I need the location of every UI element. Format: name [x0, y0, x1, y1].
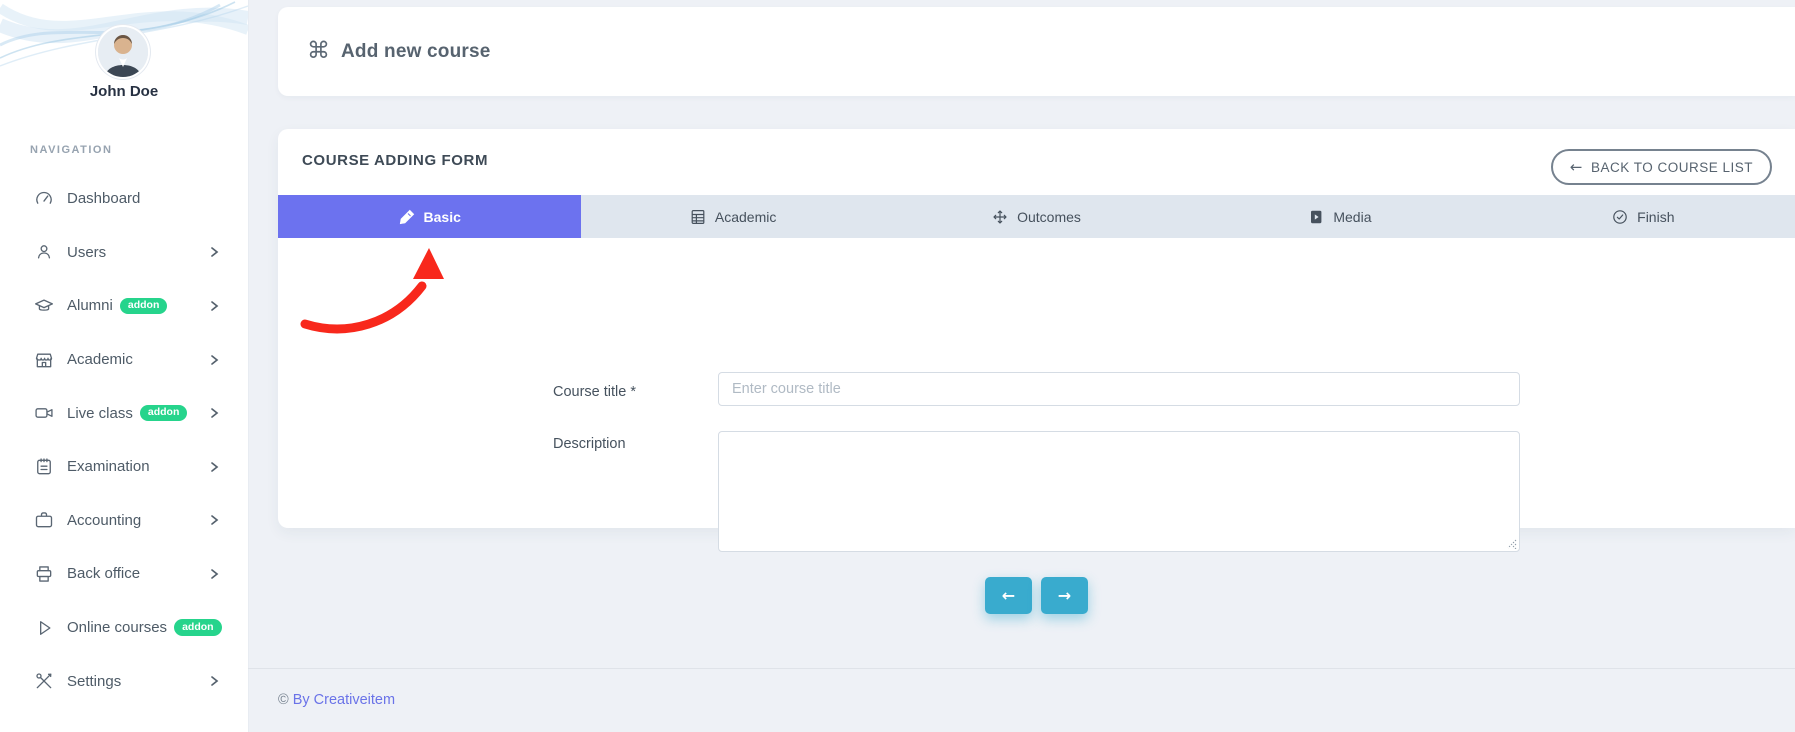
back-to-course-list-button[interactable]: ← BACK TO COURSE LIST [1551, 149, 1772, 185]
sidebar-item-examination[interactable]: Examination [0, 440, 248, 494]
clipboard-icon [34, 457, 54, 477]
copyright-symbol: © [278, 692, 289, 708]
sidebar-item-label: Dashboard [67, 190, 140, 207]
sidebar-item-users[interactable]: Users [0, 226, 248, 280]
tab-finish[interactable]: Finish [1492, 195, 1795, 238]
chevron-right-icon [208, 461, 220, 473]
tab-basic[interactable]: Basic [278, 195, 581, 238]
description-label: Description [553, 436, 626, 452]
sidebar-item-label: Users [67, 244, 106, 261]
gauge-icon [34, 189, 54, 209]
nav-section-label: NAVIGATION [30, 144, 112, 156]
sidebar-item-settings[interactable]: Settings [0, 654, 248, 708]
left-arrow-icon: ← [1002, 586, 1015, 605]
graduation-cap-icon [34, 296, 54, 316]
tab-label: Outcomes [1017, 209, 1081, 225]
tab-label: Media [1333, 209, 1371, 225]
media-play-icon [1308, 209, 1324, 225]
chevron-right-icon [208, 354, 220, 366]
previous-step-button[interactable]: ← [985, 577, 1032, 614]
avatar[interactable] [98, 27, 148, 77]
move-icon [992, 209, 1008, 225]
tab-label: Finish [1637, 209, 1674, 225]
sidebar-nav: Dashboard Users Alumni addon [0, 172, 248, 708]
sidebar-item-label: Online courses [67, 619, 167, 636]
check-circle-icon [1612, 209, 1628, 225]
sidebar-item-label: Back office [67, 565, 140, 582]
creativeitem-link[interactable]: By Creativeitem [293, 692, 395, 708]
step-buttons: ← → [278, 577, 1795, 614]
user-name: John Doe [0, 83, 248, 100]
sidebar-item-accounting[interactable]: Accounting [0, 494, 248, 548]
tab-outcomes[interactable]: Outcomes [885, 195, 1188, 238]
tab-label: Basic [424, 209, 461, 225]
sidebar-item-label: Accounting [67, 512, 141, 529]
sidebar-item-back-office[interactable]: Back office [0, 547, 248, 601]
addon-badge: addon [174, 619, 222, 636]
command-icon: ⌘ [307, 40, 330, 63]
sidebar-item-alumni[interactable]: Alumni addon [0, 279, 248, 333]
course-adding-card: COURSE ADDING FORM ← BACK TO COURSE LIST… [278, 129, 1795, 528]
footer-divider [248, 668, 1795, 669]
page-header: ⌘ Add new course [278, 7, 1795, 96]
footer: © By Creativeitem [278, 692, 395, 708]
description-field-wrap [718, 431, 1520, 552]
tab-academic[interactable]: Academic [581, 195, 884, 238]
next-step-button[interactable]: → [1041, 577, 1088, 614]
addon-badge: addon [140, 405, 188, 422]
left-arrow-icon: ← [1570, 158, 1583, 176]
sidebar-item-live-class[interactable]: Live class addon [0, 386, 248, 440]
chevron-right-icon [208, 300, 220, 312]
sidebar-item-online-courses[interactable]: Online courses addon [0, 601, 248, 655]
avatar-image [98, 27, 148, 77]
sidebar-item-label: Examination [67, 458, 150, 475]
sidebar-item-academic[interactable]: Academic [0, 333, 248, 387]
pen-icon [399, 209, 415, 225]
tab-media[interactable]: Media [1188, 195, 1491, 238]
video-camera-icon [34, 403, 54, 423]
chevron-right-icon [208, 675, 220, 687]
form-tabs: Basic Academic Outcomes [278, 195, 1795, 238]
sidebar-item-dashboard[interactable]: Dashboard [0, 172, 248, 226]
right-arrow-icon: → [1058, 586, 1071, 605]
back-button-label: BACK TO COURSE LIST [1591, 160, 1753, 175]
sidebar-item-label: Live class [67, 405, 133, 422]
play-icon [34, 618, 54, 638]
sidebar-item-label: Alumni [67, 297, 113, 314]
tools-icon [34, 671, 54, 691]
page-title: Add new course [341, 41, 491, 63]
tab-label: Academic [715, 209, 776, 225]
spreadsheet-icon [690, 209, 706, 225]
chevron-right-icon [208, 568, 220, 580]
sidebar-item-label: Academic [67, 351, 133, 368]
description-textarea[interactable] [718, 431, 1520, 552]
course-title-label: Course title * [553, 384, 636, 400]
course-title-input[interactable] [718, 372, 1520, 406]
basic-tab-form: Course title * Description ← → [278, 238, 1795, 528]
school-icon [34, 350, 54, 370]
briefcase-icon [34, 510, 54, 530]
addon-badge: addon [120, 298, 168, 315]
chevron-right-icon [208, 407, 220, 419]
printer-icon [34, 564, 54, 584]
users-icon [34, 242, 54, 262]
chevron-right-icon [208, 514, 220, 526]
chevron-right-icon [208, 246, 220, 258]
card-title: COURSE ADDING FORM [302, 152, 488, 169]
sidebar: John Doe NAVIGATION Dashboard Users [0, 0, 248, 732]
sidebar-item-label: Settings [67, 673, 121, 690]
